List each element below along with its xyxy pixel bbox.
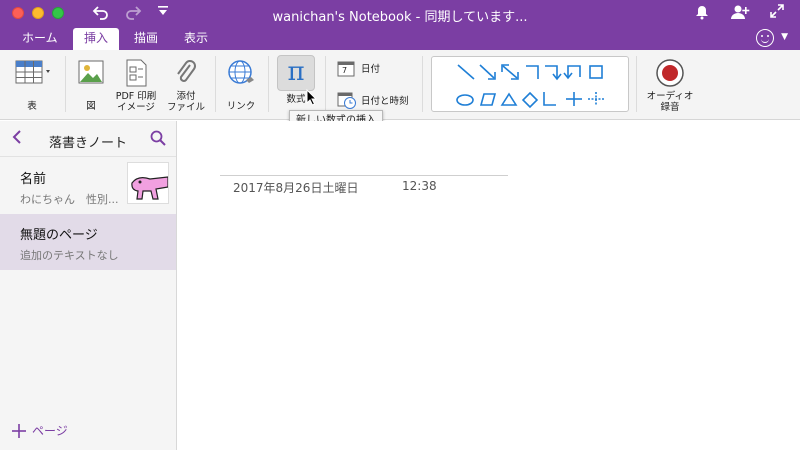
pdf-printout-label-1: PDF 印刷 (115, 91, 157, 102)
note-time: 12:38 (402, 179, 437, 193)
table-label: 表 (27, 101, 37, 112)
page-list-item-selected[interactable]: 無題のページ 追加のテキストなし (0, 214, 176, 270)
paperclip-icon (177, 60, 196, 82)
window-title: wanichan's Notebook - 同期しています... (272, 10, 528, 25)
diamond-shape-icon[interactable] (521, 91, 539, 109)
arrow-shape-icon[interactable] (479, 64, 496, 80)
pi-icon: π (287, 57, 305, 87)
add-page-button[interactable]: ページ (12, 422, 68, 439)
dotted-cross-axis-shape-icon[interactable] (588, 92, 604, 106)
search-icon[interactable] (150, 130, 166, 150)
crocodile-drawing-icon (131, 176, 168, 200)
table-icon (15, 60, 50, 84)
page-list-item[interactable]: 名前 わにちゃん 性別... (0, 158, 176, 214)
tab-draw[interactable]: 描画 (124, 28, 168, 50)
record-icon (656, 59, 684, 87)
audio-recording-button[interactable]: オーディオ 録音 (642, 58, 698, 113)
pdf-printout-icon (126, 59, 147, 87)
note-canvas[interactable]: 2017年8月26日土曜日 12:38 (177, 121, 800, 450)
title-underline (220, 175, 508, 176)
ribbon-divider (422, 56, 423, 112)
tab-home[interactable]: ホーム (12, 28, 68, 50)
ribbon-divider (215, 56, 216, 112)
triangle-shape-icon[interactable] (500, 92, 518, 106)
globe-link-icon (228, 60, 254, 84)
elbow-arrow-shape-icon[interactable] (545, 65, 562, 81)
calendar-clock-icon (337, 92, 356, 109)
date-time-label: 日付と時刻 (361, 96, 409, 107)
feedback-smiley-icon[interactable] (756, 29, 774, 47)
plus-icon (12, 424, 26, 438)
picture-icon (78, 60, 104, 84)
axis-shape-icon[interactable] (543, 92, 556, 106)
link-label: リンク (226, 101, 256, 112)
audio-label-2: 録音 (660, 102, 680, 113)
note-date: 2017年8月26日土曜日 (233, 181, 359, 195)
elbow-connector-shape-icon[interactable] (526, 65, 539, 79)
tab-view[interactable]: 表示 (174, 28, 218, 50)
ribbon-insert: 表 図 PDF 印刷 イメージ 添付 ファイル リンク π 数式 7 日付 日付… (0, 50, 800, 120)
page-title: 名前 (20, 172, 47, 187)
audio-label-1: オーディオ (646, 91, 694, 102)
pdf-printout-label-2: イメージ (117, 102, 155, 113)
calendar-day: 7 (342, 66, 348, 75)
double-arrow-shape-icon[interactable] (501, 64, 519, 80)
ribbon-divider (65, 56, 66, 112)
page-thumbnail (127, 162, 169, 204)
cross-axis-shape-icon[interactable] (566, 92, 582, 106)
page-list-sidebar: 落書きノート 名前 わにちゃん 性別... 無題のページ 追加のテキストなし ペ… (0, 121, 177, 450)
picture-label: 図 (86, 101, 96, 112)
picture-button[interactable]: 図 (74, 58, 108, 112)
link-button[interactable]: リンク (222, 58, 260, 112)
title-bar: wanichan's Notebook - 同期しています... (0, 0, 800, 28)
page-preview: 追加のテキストなし (20, 249, 119, 262)
ribbon-divider (636, 56, 637, 112)
date-button[interactable]: 7 日付 (337, 61, 397, 77)
fullscreen-icon[interactable] (770, 4, 784, 23)
section-header: 落書きノート (0, 121, 176, 157)
ribbon-tabs: ホーム 挿入 描画 表示 ▼ (0, 28, 800, 50)
line-shape-icon[interactable] (457, 64, 475, 80)
add-person-icon[interactable] (730, 4, 750, 25)
attach-file-label-2: ファイル (166, 102, 205, 113)
notification-bell-icon[interactable] (695, 4, 709, 25)
attach-file-label-1: 添付 (176, 91, 196, 102)
table-button[interactable]: 表 (10, 58, 54, 112)
chevron-down-icon[interactable]: ▼ (781, 32, 788, 42)
loop-arrow-shape-icon[interactable] (563, 65, 581, 80)
mouse-cursor-icon (306, 89, 318, 106)
date-time-button[interactable]: 日付と時刻 (337, 92, 417, 110)
pdf-printout-button[interactable]: PDF 印刷 イメージ (113, 58, 159, 113)
ribbon-divider (268, 56, 269, 112)
parallelogram-shape-icon[interactable] (479, 93, 497, 106)
date-label: 日付 (361, 64, 381, 75)
math-button[interactable]: π (277, 55, 315, 91)
attach-file-button[interactable]: 添付 ファイル (164, 58, 208, 113)
shapes-gallery[interactable] (431, 56, 629, 112)
tab-insert[interactable]: 挿入 (73, 28, 119, 50)
page-title: 無題のページ (20, 228, 98, 243)
ellipse-shape-icon[interactable] (456, 94, 474, 106)
page-preview: わにちゃん 性別... (20, 193, 119, 206)
ribbon-divider (325, 56, 326, 112)
rectangle-shape-icon[interactable] (589, 65, 603, 79)
add-page-label: ページ (32, 424, 68, 438)
